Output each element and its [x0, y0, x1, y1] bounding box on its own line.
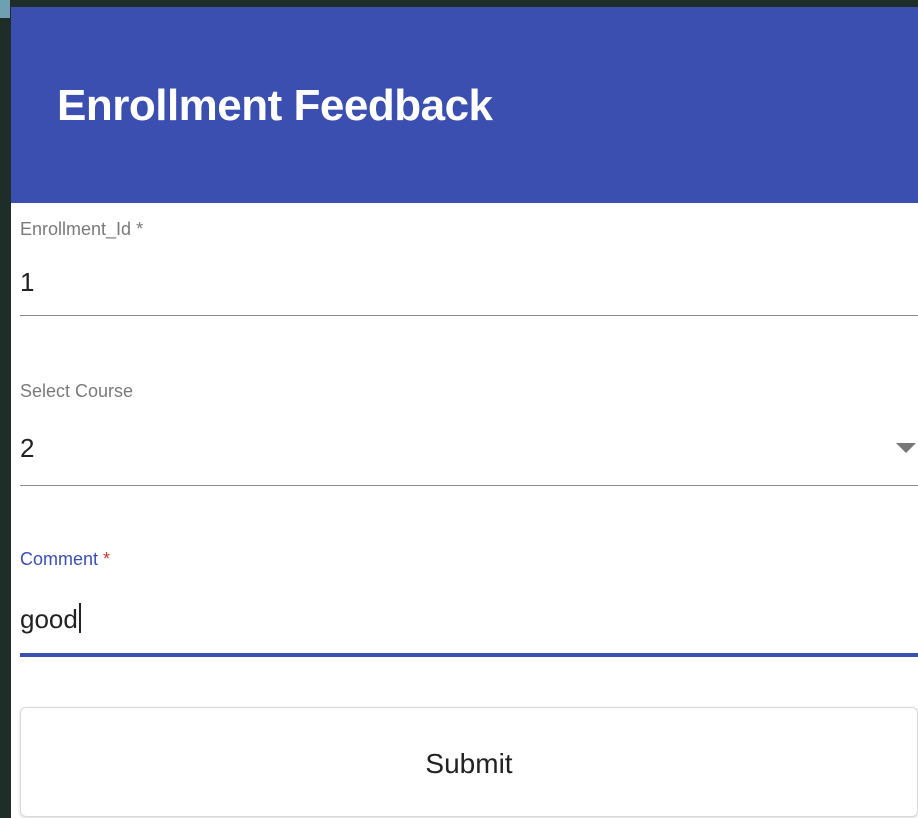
- enrollment-id-underline: [20, 315, 918, 316]
- enrollment-id-label: Enrollment_Id *: [20, 219, 143, 240]
- course-select-value[interactable]: 2: [20, 433, 34, 464]
- required-mark: *: [103, 549, 111, 569]
- comment-underline: [20, 653, 918, 657]
- enrollment-id-field[interactable]: Enrollment_Id * 1: [20, 215, 918, 325]
- enrollment-feedback-card: Enrollment Feedback Enrollment_Id * 1 Se…: [11, 7, 918, 818]
- comment-input[interactable]: good: [20, 603, 81, 635]
- comment-input-text: good: [20, 604, 78, 634]
- enrollment-id-label-text: Enrollment_Id: [20, 219, 132, 239]
- enrollment-id-input[interactable]: 1: [20, 267, 34, 298]
- comment-label-text: Comment: [20, 549, 99, 569]
- required-mark: *: [136, 219, 144, 239]
- form-header: Enrollment Feedback: [11, 7, 918, 203]
- form-title: Enrollment Feedback: [57, 81, 493, 130]
- submit-button-label: Submit: [425, 748, 513, 779]
- course-select-underline: [20, 485, 918, 486]
- comment-field[interactable]: Comment * good: [20, 547, 918, 667]
- window-accent: [0, 0, 10, 18]
- dropdown-arrow-icon[interactable]: [896, 443, 916, 453]
- course-select-field[interactable]: Select Course 2: [20, 379, 918, 489]
- page-background: Enrollment Feedback Enrollment_Id * 1 Se…: [0, 0, 918, 818]
- course-select-label: Select Course: [20, 381, 134, 401]
- text-caret: [78, 603, 81, 633]
- submit-button[interactable]: Submit: [20, 707, 918, 817]
- comment-label: Comment *: [20, 549, 110, 570]
